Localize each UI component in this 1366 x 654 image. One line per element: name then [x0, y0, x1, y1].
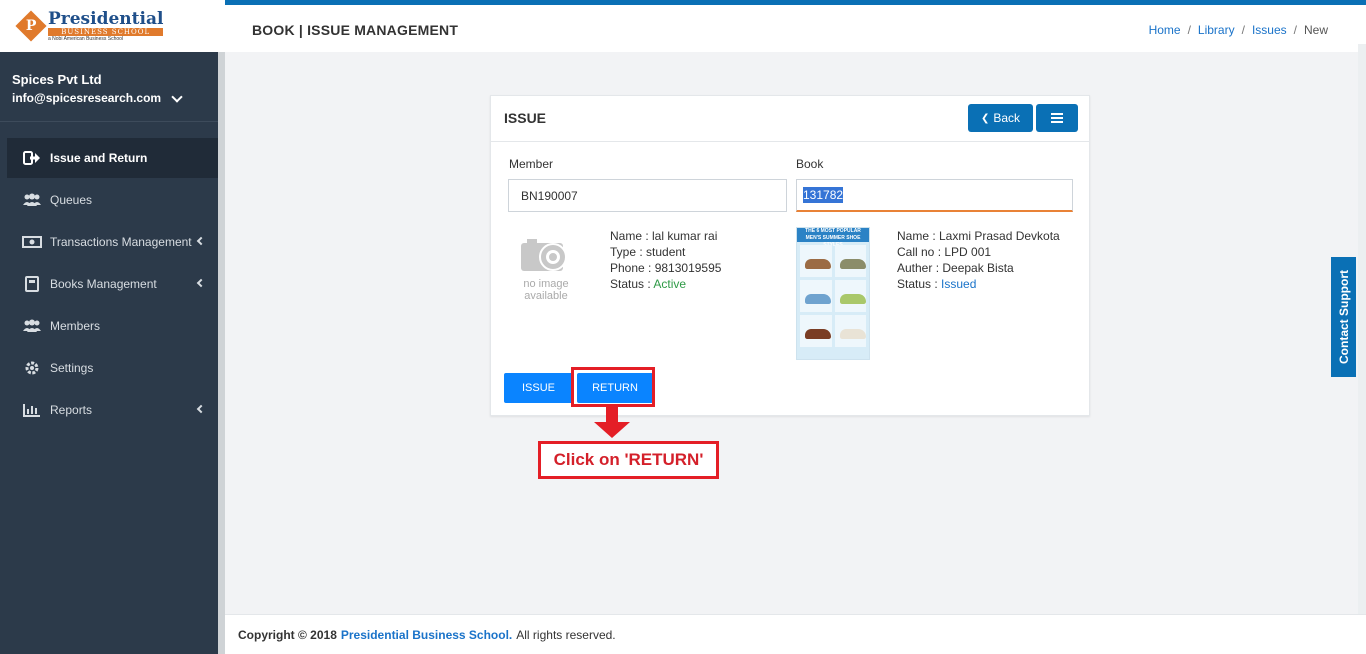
list-menu-button[interactable] [1036, 104, 1078, 132]
sidebar-nav: Issue and Return Queues Transactions Man… [7, 138, 218, 432]
member-phone: Phone : 9813019595 [610, 261, 722, 275]
users-icon [22, 318, 42, 334]
sidebar-item-label: Reports [50, 403, 93, 417]
member-label: Member [509, 157, 554, 171]
card-title: ISSUE [504, 110, 547, 126]
shoe-thumbnail [834, 315, 866, 347]
book-label: Book [796, 157, 824, 171]
chevron-down-icon[interactable] [171, 90, 183, 103]
shoe-thumbnail [800, 245, 832, 277]
footer: Copyright © 2018 Presidential Business S… [225, 614, 1366, 654]
book-details: Name : Laxmi Prasad Devkota Call no : LP… [897, 228, 1060, 292]
card-header: ISSUE ❮ Back [491, 96, 1089, 142]
member-input[interactable]: BN190007 [508, 179, 787, 212]
contact-support-tab[interactable]: Contact Support [1331, 257, 1356, 377]
shoe-thumbnail [800, 315, 832, 347]
sign-out-icon [22, 150, 42, 166]
chevron-left-icon [196, 278, 206, 288]
sidebar-item-label: Settings [50, 361, 94, 375]
sidebar-item-label: Members [50, 319, 101, 333]
no-image-text: no image available [523, 278, 569, 302]
page-header: BOOK | ISSUE MANAGEMENT Home / Library /… [225, 0, 1366, 52]
footer-copyright: Copyright © 2018 [238, 627, 337, 642]
shoe-thumbnail [800, 280, 832, 312]
book-status-row: Status : Issued [897, 277, 977, 291]
breadcrumb: Home / Library / Issues / New [1148, 23, 1328, 37]
breadcrumb-current: New [1303, 23, 1328, 37]
book-call-no: Call no : LPD 001 [897, 245, 992, 259]
book-cover-title: THE 6 MOST POPULAR MEN'S SUMMER SHOE STY… [797, 228, 869, 248]
member-details: Name : lal kumar rai Type : student Phon… [610, 228, 721, 292]
page-scrollbar[interactable] [1358, 44, 1366, 614]
shoe-thumbnail [834, 280, 866, 312]
camera-icon [521, 239, 567, 271]
sidebar-item-books-management[interactable]: Books Management [7, 264, 218, 304]
main-content: BOOK | ISSUE MANAGEMENT Home / Library /… [225, 0, 1366, 654]
page-title: BOOK | ISSUE MANAGEMENT [252, 22, 459, 38]
footer-rights: All rights reserved. [516, 627, 616, 642]
member-status-row: Status : Active [610, 277, 687, 291]
logo-tagline: a Nobi American Business School [48, 35, 124, 42]
sidebar-item-label: Books Management [50, 277, 157, 291]
gear-icon [22, 360, 42, 376]
users-icon [22, 192, 42, 208]
sidebar: P Presidential BUSINESS SCHOOL a Nobi Am… [0, 0, 225, 654]
sidebar-item-transactions-management[interactable]: Transactions Management [7, 222, 218, 262]
logo-mark: P [15, 10, 47, 42]
book-cover-image: THE 6 MOST POPULAR MEN'S SUMMER SHOE STY… [796, 227, 870, 360]
book-author: Auther : Deepak Bista [897, 261, 1014, 275]
sidebar-item-issue-and-return[interactable]: Issue and Return [7, 138, 218, 178]
logo-title: Presidential [48, 8, 164, 29]
footer-brand-link[interactable]: Presidential Business School. [341, 628, 512, 642]
sidebar-item-label: Transactions Management [50, 235, 192, 249]
user-company: Spices Pvt Ltd [12, 72, 102, 87]
user-menu-toggle[interactable]: info@spicesresearch.com [12, 90, 206, 105]
book-status: Issued [941, 277, 977, 291]
bar-chart-icon [22, 402, 42, 418]
sidebar-item-label: Issue and Return [50, 151, 148, 165]
arrow-down-icon [594, 422, 630, 438]
member-type: Type : student [610, 245, 686, 259]
member-status: Active [653, 277, 687, 291]
book-icon [22, 276, 42, 292]
instruction-callout: Click on 'RETURN' [538, 441, 719, 479]
sidebar-item-queues[interactable]: Queues [7, 180, 218, 220]
chevron-left-icon: ❮ [980, 112, 990, 124]
sidebar-item-reports[interactable]: Reports [7, 390, 218, 430]
list-icon [1051, 113, 1063, 123]
annotation-arrow-stem [606, 407, 618, 423]
logo[interactable]: P Presidential BUSINESS SCHOOL a Nobi Am… [0, 0, 225, 52]
issue-button[interactable]: ISSUE [504, 373, 573, 403]
chevron-left-icon [196, 404, 206, 414]
book-input[interactable]: 131782 [796, 179, 1073, 212]
money-icon [22, 234, 42, 250]
sidebar-item-label: Queues [50, 193, 93, 207]
book-name: Name : Laxmi Prasad Devkota [897, 229, 1060, 243]
sidebar-item-settings[interactable]: Settings [7, 348, 218, 388]
sidebar-item-members[interactable]: Members [7, 306, 218, 346]
logo-subtitle: BUSINESS SCHOOL [48, 27, 164, 36]
member-photo-placeholder: no image available [518, 234, 574, 304]
member-name: Name : lal kumar rai [610, 229, 718, 243]
chevron-left-icon [196, 236, 206, 246]
shoe-thumbnail [834, 245, 866, 277]
breadcrumb-issues[interactable]: Issues [1252, 23, 1287, 37]
breadcrumb-library[interactable]: Library [1198, 23, 1235, 37]
back-button[interactable]: ❮ Back [968, 104, 1033, 132]
user-panel: Spices Pvt Ltd info@spicesresearch.com [0, 52, 218, 122]
sidebar-scrollbar[interactable] [218, 52, 225, 654]
user-email: info@spicesresearch.com [12, 91, 162, 105]
breadcrumb-home[interactable]: Home [1149, 23, 1181, 37]
return-highlight-box [571, 367, 655, 407]
